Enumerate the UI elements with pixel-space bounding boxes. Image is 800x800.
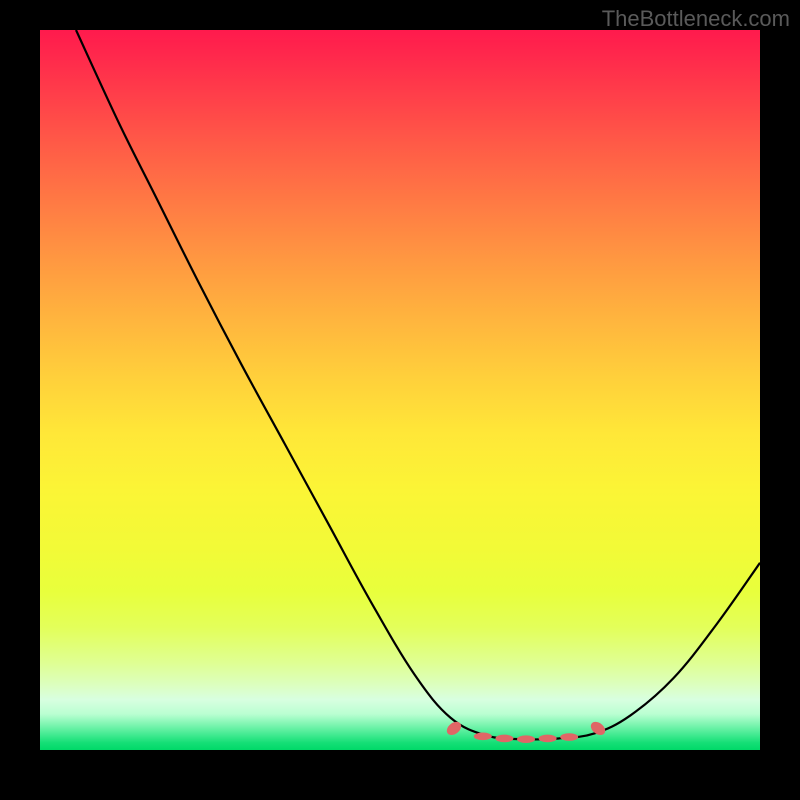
chart-svg (40, 30, 760, 750)
highlight-markers-group (444, 719, 607, 743)
chart-plot-area (40, 30, 760, 750)
highlight-marker (517, 735, 535, 743)
highlight-marker (560, 733, 578, 741)
highlight-marker (539, 735, 557, 743)
highlight-marker (495, 735, 513, 743)
bottleneck-curve (76, 30, 760, 739)
highlight-marker (444, 719, 463, 738)
watermark-text: TheBottleneck.com (602, 6, 790, 32)
highlight-marker (474, 733, 492, 741)
